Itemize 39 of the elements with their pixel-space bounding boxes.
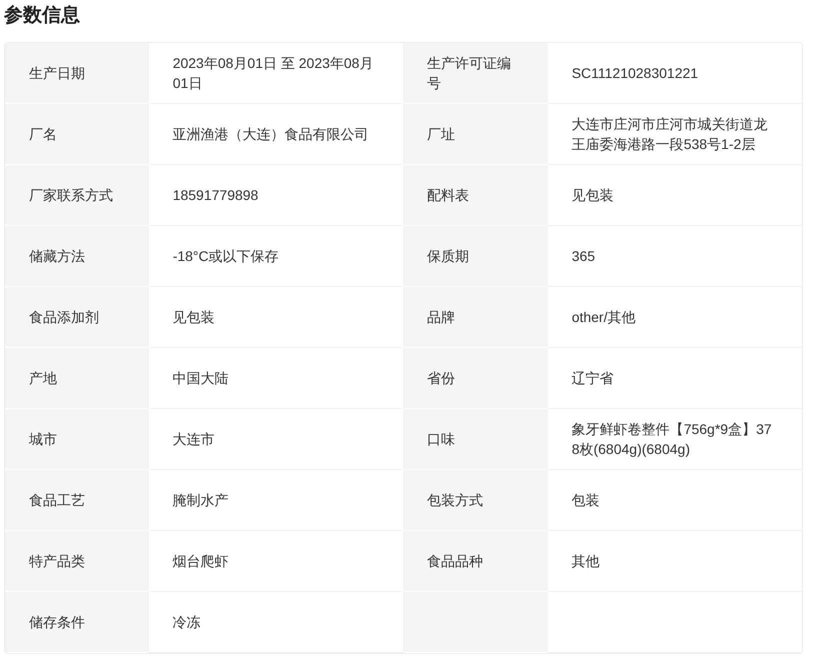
param-value: 大连市庄河市庄河市城关街道龙王庙委海港路一段538号1-2层 (572, 115, 769, 154)
param-label: 产地 (29, 369, 57, 388)
param-label: 生产日期 (29, 64, 85, 83)
param-label: 储存条件 (29, 613, 85, 632)
param-label: 保质期 (427, 247, 469, 266)
param-label: 厂家联系方式 (29, 186, 113, 205)
param-label: 食品添加剂 (29, 308, 99, 327)
param-label: 储藏方法 (29, 247, 85, 266)
section-title: 参数信息 (4, 4, 80, 28)
param-value: 包装 (572, 491, 600, 510)
param-value: 冷冻 (172, 613, 201, 632)
param-value: other/其他 (572, 308, 636, 327)
param-value: SC11121028301221 (572, 64, 698, 83)
param-label: 食品工艺 (29, 491, 85, 510)
param-label: 生产许可证编号 (427, 54, 512, 93)
param-value: 其他 (572, 552, 600, 571)
param-value: 见包装 (172, 308, 215, 327)
param-value: 烟台爬虾 (172, 552, 229, 571)
param-value: 18591779898 (172, 186, 258, 205)
param-label: 口味 (427, 430, 455, 449)
param-label: 配料表 (427, 186, 469, 205)
param-value: 大连市 (172, 430, 215, 449)
param-label: 厂名 (29, 125, 57, 144)
param-value: 2023年08月01日 至 2023年08月01日 (172, 54, 374, 93)
param-label: 城市 (29, 430, 57, 449)
param-value: 中国大陆 (172, 369, 229, 388)
param-value: 象牙鲜虾卷整件【756g*9盒】378枚(6804g)(6804g) (572, 420, 773, 459)
param-value: 亚洲渔港（大连）食品有限公司 (172, 125, 369, 144)
param-label: 品牌 (427, 308, 455, 327)
param-value: 腌制水产 (172, 491, 229, 510)
param-label: 食品品种 (427, 552, 483, 571)
param-label: 厂址 (427, 125, 455, 144)
param-value: 365 (572, 247, 596, 266)
param-value: 辽宁省 (572, 369, 614, 388)
param-label: 包装方式 (427, 491, 483, 510)
param-label: 省份 (427, 369, 455, 388)
param-label: 特产品类 (29, 552, 85, 571)
param-value: -18°C或以下保存 (172, 247, 279, 266)
param-value: 见包装 (572, 186, 614, 205)
